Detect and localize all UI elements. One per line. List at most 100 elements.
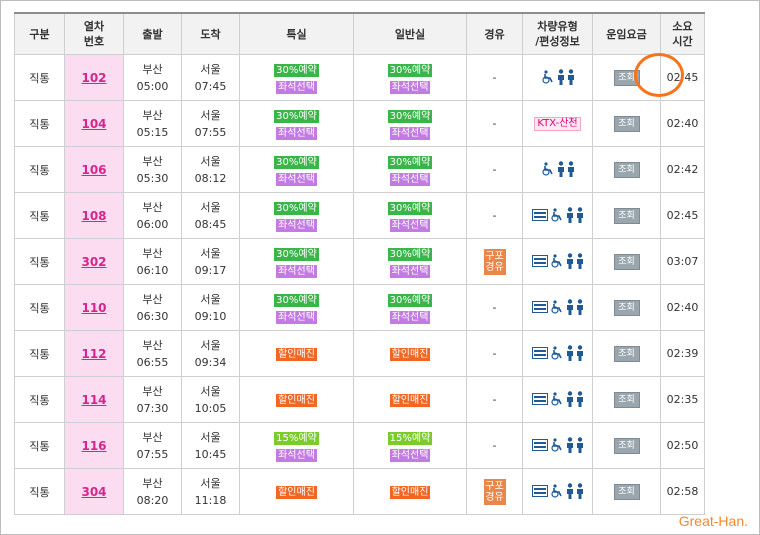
seat-status-badge[interactable]: 좌석선택: [276, 218, 317, 232]
seat-status-badge[interactable]: 좌석선택: [389, 172, 431, 186]
cell-special: 30%예약좌석선택: [239, 284, 354, 331]
arrival-station: 서울: [200, 200, 221, 214]
vehicle-info-icons[interactable]: [531, 299, 584, 315]
seat-status-badge[interactable]: 좌석선택: [276, 264, 317, 278]
vehicle-info-icons[interactable]: [531, 437, 584, 453]
seat-status-badge[interactable]: 좌석선택: [389, 80, 431, 94]
passenger-icon: [557, 68, 564, 85]
passenger-icon: [566, 391, 573, 407]
seat-status-badge[interactable]: 좌석선택: [389, 448, 431, 462]
seat-status-badge[interactable]: 30%예약: [387, 247, 433, 261]
seat-status-badge[interactable]: 30%예약: [274, 109, 319, 123]
seat-status-badge[interactable]: 할인매진: [389, 486, 431, 499]
vehicle-info-icons[interactable]: [541, 160, 575, 177]
header-label: 구분: [29, 27, 50, 41]
train-number-link[interactable]: 304: [81, 485, 106, 499]
fare-inquiry-button[interactable]: 조회: [613, 345, 640, 362]
vehicle-info-icons[interactable]: [531, 345, 584, 361]
via-badge-line: 구포: [485, 250, 504, 262]
seat-status-badge[interactable]: 좌석선택: [276, 126, 317, 140]
seat-status-badge[interactable]: 할인매진: [276, 486, 317, 499]
header-label: 경유: [484, 27, 505, 41]
cell-arrival: 서울 11:18: [181, 468, 240, 515]
header-label: 시간: [672, 35, 693, 48]
arrival-time: 08:12: [194, 171, 227, 185]
train-number-link[interactable]: 104: [81, 117, 106, 131]
cell-departure: 부산 06:55: [123, 330, 182, 377]
vehicle-info-icons[interactable]: [541, 68, 575, 85]
seat-status-badge[interactable]: 30%예약: [387, 201, 433, 215]
seat-status-badge[interactable]: 30%예약: [387, 63, 433, 77]
seat-status-badge[interactable]: 할인매진: [276, 394, 317, 407]
ktx-sancheon-badge[interactable]: KTX-산천: [534, 117, 581, 131]
cell-train-no: 102: [64, 54, 124, 101]
seat-status-badge[interactable]: 좌석선택: [276, 80, 317, 94]
cell-train-no: 114: [64, 376, 124, 423]
departure-station: 부산: [142, 154, 163, 168]
fare-inquiry-button[interactable]: 조회: [613, 207, 640, 224]
cell-train-no: 106: [64, 146, 124, 193]
via-badge-line: 경유: [485, 491, 504, 503]
train-number-link[interactable]: 116: [81, 439, 106, 453]
seat-status-badge[interactable]: 좌석선택: [276, 448, 317, 462]
via-none: -: [492, 209, 497, 222]
via-none: -: [492, 439, 497, 452]
vehicle-info-icons[interactable]: [531, 207, 584, 223]
cell-duration: 02:39: [660, 330, 705, 377]
seat-status-badge[interactable]: 30%예약: [387, 109, 433, 123]
train-number-link[interactable]: 112: [81, 347, 106, 361]
train-number-link[interactable]: 108: [81, 209, 106, 223]
cell-departure: 부산 06:10: [123, 238, 182, 285]
fare-inquiry-button[interactable]: 조회: [613, 115, 640, 132]
departure-time: 05:00: [136, 79, 169, 93]
cell-special: 30%예약좌석선택: [239, 238, 354, 285]
departure-time: 07:30: [136, 401, 169, 415]
fare-inquiry-button[interactable]: 조회: [613, 437, 640, 454]
seat-status-badge[interactable]: 좌석선택: [389, 126, 431, 140]
train-number-link[interactable]: 114: [81, 393, 106, 407]
train-number-link[interactable]: 110: [81, 301, 106, 315]
seat-status-badge[interactable]: 할인매진: [389, 348, 431, 361]
cell-fare: 조회: [592, 468, 661, 515]
cell-arrival: 서울 07:55: [181, 100, 240, 147]
table-row: 직통 304 부산 08:20 서울 11:18 할인매진 할인매진 구포 경유 조회 02:58: [14, 468, 705, 515]
car-interior-icon: [531, 393, 548, 405]
cell-arrival: 서울 09:34: [181, 330, 240, 377]
vehicle-info-icons[interactable]: [531, 253, 584, 269]
seat-status-badge[interactable]: 좌석선택: [276, 172, 317, 186]
fare-inquiry-button[interactable]: 조회: [613, 299, 640, 316]
train-number-link[interactable]: 106: [81, 163, 106, 177]
seat-status-badge[interactable]: 30%예약: [387, 293, 433, 307]
seat-status-badge[interactable]: 30%예약: [274, 293, 319, 307]
fare-inquiry-button[interactable]: 조회: [613, 161, 640, 178]
vehicle-info-icons[interactable]: [531, 483, 584, 499]
fare-inquiry-button[interactable]: 조회: [613, 391, 640, 408]
seat-status-badge[interactable]: 30%예약: [274, 201, 319, 215]
seat-status-badge[interactable]: 좌석선택: [389, 264, 431, 278]
seat-status-badge[interactable]: 15%예약: [274, 431, 319, 445]
train-number-link[interactable]: 302: [81, 255, 106, 269]
seat-status-badge[interactable]: 30%예약: [274, 155, 319, 169]
seat-status-badge[interactable]: 30%예약: [274, 247, 319, 261]
car-interior-icon: [531, 347, 548, 359]
seat-status-badge[interactable]: 좌석선택: [389, 218, 431, 232]
cell-vehicle: [522, 284, 593, 331]
seat-status-badge[interactable]: 좌석선택: [276, 310, 317, 324]
fare-inquiry-button[interactable]: 조회: [613, 253, 640, 270]
seat-status-badge[interactable]: 할인매진: [389, 394, 431, 407]
table-row: 직통 108 부산 06:00 서울 08:45 30%예약 좌석선택 30%예약 좌석선택 - 조회…: [14, 192, 705, 239]
cell-arrival: 서울 08:45: [181, 192, 240, 239]
seat-status-badge[interactable]: 할인매진: [276, 348, 317, 361]
seat-status-badge[interactable]: 30%예약: [387, 155, 433, 169]
seat-status-badge[interactable]: 15%예약: [387, 431, 433, 445]
passenger-icon: [576, 483, 583, 499]
cell-type: 직통: [14, 468, 65, 515]
seat-status-badge[interactable]: 30%예약: [274, 63, 319, 77]
train-number-link[interactable]: 102: [81, 71, 106, 85]
table-row: 직통 106 부산 05:30 서울 08:12 30%예약 좌석선택 30%예약 좌석선택 - 조회…: [14, 146, 705, 193]
fare-inquiry-button[interactable]: 조회: [613, 483, 640, 500]
vehicle-info-icons[interactable]: [531, 391, 584, 407]
seat-status-badge[interactable]: 좌석선택: [389, 310, 431, 324]
header-label: 출발: [142, 27, 163, 41]
departure-station: 부산: [142, 430, 163, 444]
